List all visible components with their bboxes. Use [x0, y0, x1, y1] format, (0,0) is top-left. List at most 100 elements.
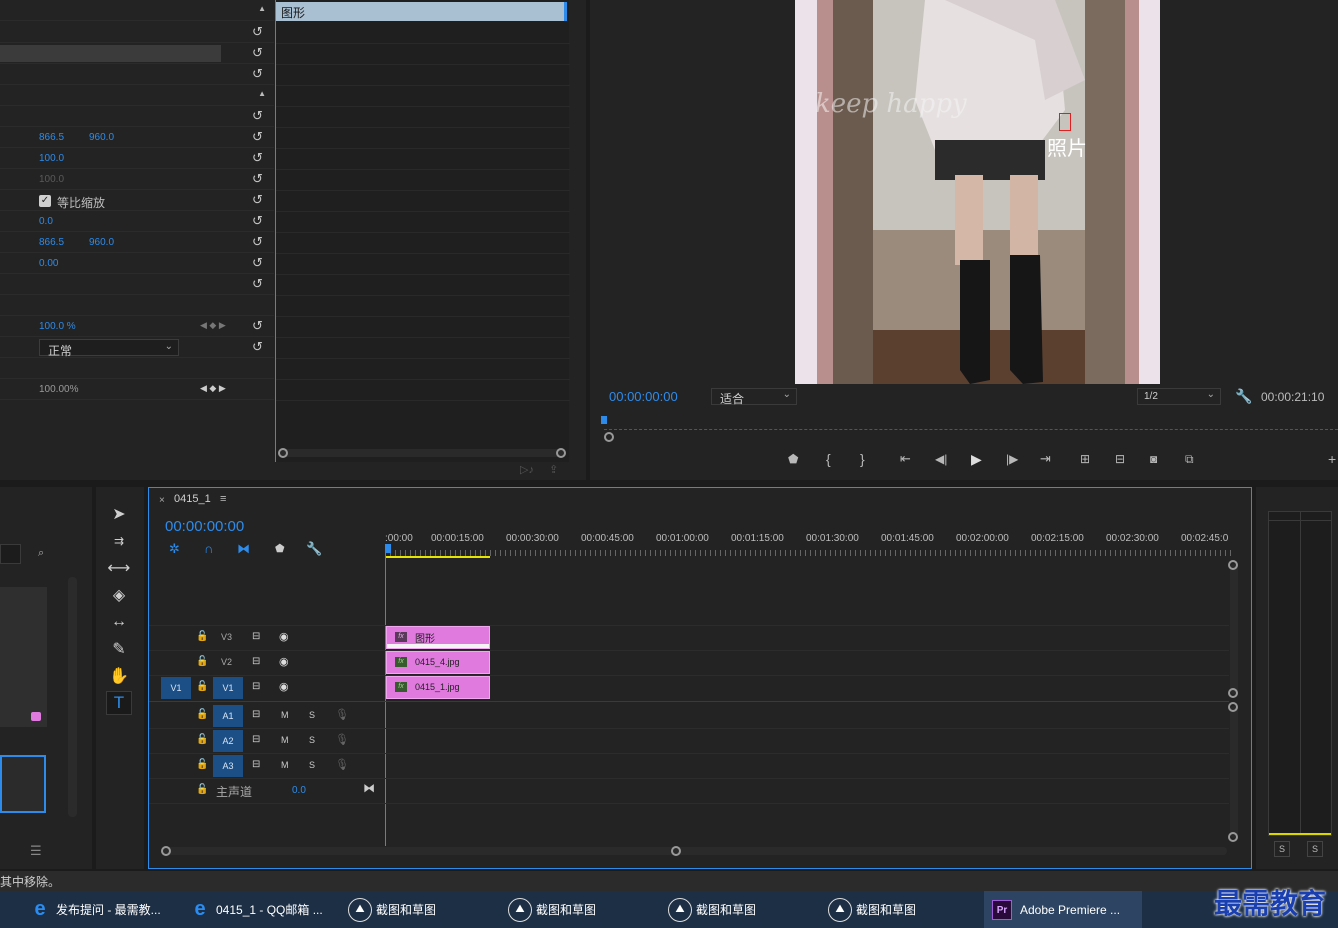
reset-icon[interactable]: ↺ — [252, 25, 266, 39]
linked-selection-icon[interactable]: ⧓ — [237, 541, 250, 557]
source-patch-v1[interactable]: V1 — [161, 677, 191, 699]
hand-tool-icon[interactable]: ✋ — [106, 664, 132, 688]
lock-icon[interactable]: 🔓 — [196, 709, 208, 720]
sync-lock-icon[interactable]: ⊟ — [252, 734, 260, 745]
add-button-icon[interactable]: + — [1328, 451, 1336, 467]
eye-icon[interactable]: ◉ — [279, 655, 289, 668]
solo-left-button[interactable]: S — [1274, 841, 1290, 857]
search-icon[interactable]: ⌕ — [38, 547, 44, 560]
solo-right-button[interactable]: S — [1307, 841, 1323, 857]
play-icon[interactable]: ▶ — [971, 451, 982, 468]
mic-icon[interactable]: 🎙 — [335, 708, 349, 721]
reset-icon[interactable]: ↺ — [252, 235, 266, 249]
program-timecode[interactable]: 00:00:00:00 — [609, 389, 678, 404]
antiflicker-value[interactable]: 0.00 — [39, 258, 58, 269]
lock-icon[interactable]: 🔓 — [196, 656, 208, 667]
collapse-icon[interactable]: ▲ — [258, 89, 266, 98]
work-area-bar[interactable] — [385, 556, 490, 558]
type-tool-icon[interactable]: T — [106, 691, 132, 715]
go-to-in-icon[interactable]: ⇤ — [900, 451, 911, 467]
overlay-text[interactable]: 照片 — [1047, 132, 1087, 161]
ec-scrollbar[interactable] — [278, 448, 566, 458]
step-forward-icon[interactable]: |▶ — [1006, 452, 1018, 466]
timeline-timecode[interactable]: 00:00:00:00 — [165, 518, 244, 535]
mute-button[interactable]: M — [281, 760, 289, 770]
panel-menu-icon[interactable]: ≡ — [220, 493, 226, 505]
master-volume[interactable]: 0.0 — [292, 785, 306, 796]
media-thumbnail[interactable] — [0, 587, 47, 727]
blend-mode-select[interactable]: 正常 ⌄ — [39, 339, 179, 358]
reset-icon[interactable]: ↺ — [252, 319, 266, 333]
sequence-tab[interactable]: 0415_1 — [174, 493, 211, 505]
go-to-end-icon[interactable]: ⧓ — [363, 781, 375, 795]
zoom-handle[interactable] — [604, 432, 614, 442]
lock-icon[interactable]: 🔓 — [196, 681, 208, 692]
taskbar-item[interactable]: ⛰ 截图和草图 — [668, 891, 818, 928]
clip-image[interactable]: fx 0415_1.jpg — [386, 676, 490, 699]
slip-tool-icon[interactable]: ↔ — [106, 610, 132, 634]
filter-icon[interactable]: ▷♪ — [520, 463, 534, 476]
reset-icon[interactable]: ↺ — [252, 214, 266, 228]
eye-icon[interactable]: ◉ — [279, 680, 289, 693]
track-target-a1[interactable]: A1 — [213, 705, 243, 727]
reset-icon[interactable]: ↺ — [252, 151, 266, 165]
sync-lock-icon[interactable]: ⊟ — [252, 681, 260, 692]
pen-tool-icon[interactable]: ✎ — [106, 637, 132, 661]
list-view-icon[interactable]: ☰ — [30, 843, 42, 859]
fit-select[interactable]: 适合 ⌄ — [711, 388, 797, 406]
lock-icon[interactable]: 🔓 — [196, 784, 208, 795]
snap-icon[interactable]: ∩ — [204, 541, 213, 556]
opacity-value[interactable]: 100.0 % — [39, 321, 76, 332]
reset-icon[interactable]: ↺ — [252, 340, 266, 354]
solo-button[interactable]: S — [309, 760, 315, 770]
reset-icon[interactable]: ↺ — [252, 46, 266, 60]
mark-in-icon[interactable]: { — [826, 451, 831, 467]
selection-tool-icon[interactable]: ➤ — [106, 502, 132, 526]
keyframe-nav-icon[interactable]: ◀ ◆ ▶ — [200, 320, 226, 331]
taskbar-item[interactable]: e 发布提问 - 最需教... — [28, 891, 178, 928]
track-select-tool-icon[interactable]: ⇉ — [106, 529, 132, 553]
add-marker-icon[interactable]: ⬟ — [275, 542, 285, 555]
comparison-icon[interactable]: ⧉ — [1185, 452, 1194, 467]
collapse-icon[interactable]: ▲ — [258, 4, 266, 13]
reset-icon[interactable]: ↺ — [252, 277, 266, 291]
taskbar-item[interactable]: ⛰ 截图和草图 — [828, 891, 978, 928]
video-scrollbar[interactable] — [1228, 560, 1238, 698]
lock-icon[interactable]: 🔓 — [196, 759, 208, 770]
program-time-ruler[interactable] — [601, 416, 1338, 430]
solo-button[interactable]: S — [309, 710, 315, 720]
export-icon[interactable]: ⇪ — [549, 463, 558, 476]
reset-icon[interactable]: ↺ — [252, 67, 266, 81]
taskbar-item[interactable]: e 0415_1 - QQ邮箱 ... — [188, 891, 338, 928]
video-preview[interactable]: keep happy 照片 — [795, 0, 1160, 384]
razor-tool-icon[interactable]: ◈ — [106, 583, 132, 607]
audio-scrollbar[interactable] — [1228, 702, 1238, 842]
playhead[interactable] — [601, 416, 607, 424]
go-to-out-icon[interactable]: ⇥ — [1040, 451, 1051, 467]
reset-icon[interactable]: ↺ — [252, 193, 266, 207]
ripple-edit-tool-icon[interactable]: ⟷ — [106, 556, 132, 580]
clip-image[interactable]: fx 0415_4.jpg — [386, 651, 490, 674]
project-scrollbar[interactable] — [68, 577, 77, 817]
rotation-value[interactable]: 0.0 — [39, 216, 53, 227]
sync-lock-icon[interactable]: ⊟ — [252, 656, 260, 667]
taskbar-item[interactable]: ⛰ 截图和草图 — [348, 891, 498, 928]
settings-wrench-icon[interactable]: 🔧 — [306, 541, 322, 557]
mic-icon[interactable]: 🎙 — [335, 733, 349, 746]
search-input[interactable] — [0, 544, 21, 564]
resolution-select[interactable]: 1/2 ⌄ — [1137, 388, 1221, 405]
time-remap-value[interactable]: 100.00% — [39, 384, 78, 395]
time-ruler[interactable]: :00:00 00:00:15:00 00:00:30:00 00:00:45:… — [385, 528, 1231, 558]
anchor-x[interactable]: 866.5 — [39, 237, 64, 248]
timeline-h-scrollbar[interactable] — [161, 846, 1227, 856]
ec-clip-bar[interactable]: 图形 — [276, 2, 567, 21]
reset-icon[interactable]: ↺ — [252, 256, 266, 270]
reset-icon[interactable]: ↺ — [252, 109, 266, 123]
reset-icon[interactable]: ↺ — [252, 172, 266, 186]
text-cursor-box[interactable] — [1059, 113, 1071, 131]
keyframe-nav-icon[interactable]: ◀ ◆ ▶ — [200, 383, 226, 394]
lock-icon[interactable]: 🔓 — [196, 631, 208, 642]
position-x[interactable]: 866.5 — [39, 132, 64, 143]
nest-icon[interactable]: ✲ — [169, 541, 180, 557]
mute-button[interactable]: M — [281, 710, 289, 720]
